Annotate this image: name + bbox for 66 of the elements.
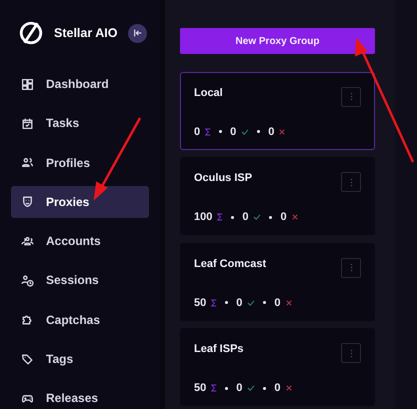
working-count: 0 xyxy=(236,296,242,308)
nav-icon xyxy=(21,116,34,130)
sidebar-item[interactable]: Profiles xyxy=(11,146,149,179)
collapse-button[interactable] xyxy=(128,24,147,42)
working-count: 0 xyxy=(242,211,248,223)
sidebar-item[interactable]: Captchas xyxy=(11,304,149,336)
more-button[interactable] xyxy=(341,86,361,106)
sum-icon xyxy=(211,298,218,306)
sidebar-item[interactable]: Accounts xyxy=(11,225,149,258)
nav-icon xyxy=(21,78,34,90)
proxy-group-card[interactable]: Leaf ISPs 50 0 0 xyxy=(180,328,375,406)
sidebar-item[interactable]: Proxies xyxy=(11,186,149,218)
separator-dot xyxy=(263,301,266,304)
separator-dot xyxy=(263,386,266,390)
proxy-group-card[interactable]: Local 0 0 0 xyxy=(180,72,375,150)
collapse-icon xyxy=(132,28,142,38)
proxy-group-card[interactable]: Leaf Comcast 50 0 0 xyxy=(180,242,375,320)
more-button[interactable] xyxy=(341,343,361,363)
nav-icon xyxy=(21,352,34,366)
nav-icon xyxy=(21,156,34,170)
failed-count: 0 xyxy=(268,126,274,138)
sidebar-item[interactable]: Releases xyxy=(11,382,149,409)
total-count: 50 xyxy=(194,296,206,308)
separator-dot xyxy=(257,130,260,133)
failed-count: 0 xyxy=(274,296,280,308)
failed-count: 0 xyxy=(274,382,280,394)
check-icon xyxy=(241,128,250,134)
separator-dot xyxy=(219,130,222,133)
more-button[interactable] xyxy=(341,258,361,278)
more-button[interactable] xyxy=(341,172,361,192)
cross-icon xyxy=(292,214,298,220)
separator-dot xyxy=(225,301,228,304)
total-count: 0 xyxy=(194,126,200,138)
check-icon xyxy=(253,214,262,220)
separator-dot xyxy=(269,216,272,218)
nav-icon xyxy=(21,234,34,248)
working-count: 0 xyxy=(236,382,242,394)
total-count: 100 xyxy=(194,211,212,223)
cross-icon xyxy=(286,300,292,306)
group-name: Leaf Comcast xyxy=(194,258,266,270)
group-name: Leaf ISPs xyxy=(194,343,244,355)
group-name: Oculus ISP xyxy=(194,172,252,184)
nav-icon xyxy=(21,195,34,208)
separator-dot xyxy=(225,386,228,390)
new-proxy-group-button[interactable]: New Proxy Group xyxy=(180,28,375,54)
nav-icon xyxy=(21,274,34,287)
cross-icon xyxy=(286,385,292,391)
logo-icon xyxy=(18,20,44,46)
sum-icon xyxy=(211,384,218,392)
cross-icon xyxy=(279,128,286,134)
proxy-group-card[interactable]: Oculus ISP 100 0 0 xyxy=(180,157,375,235)
sidebar-item[interactable]: Tags xyxy=(11,343,149,376)
brand-name: Stellar AIO xyxy=(54,26,118,40)
sidebar-item[interactable]: Tasks xyxy=(11,107,149,140)
sum-icon xyxy=(217,213,224,221)
failed-count: 0 xyxy=(280,211,287,223)
check-icon xyxy=(247,385,256,391)
sidebar-item[interactable]: Sessions xyxy=(11,264,149,296)
working-count: 0 xyxy=(230,126,236,138)
check-icon xyxy=(247,300,256,306)
sum-icon xyxy=(205,128,212,136)
nav-icon xyxy=(21,313,34,326)
total-count: 50 xyxy=(194,382,206,394)
group-name: Local xyxy=(194,86,223,98)
sidebar-item[interactable]: Dashboard xyxy=(11,68,149,100)
separator-dot xyxy=(231,216,234,218)
